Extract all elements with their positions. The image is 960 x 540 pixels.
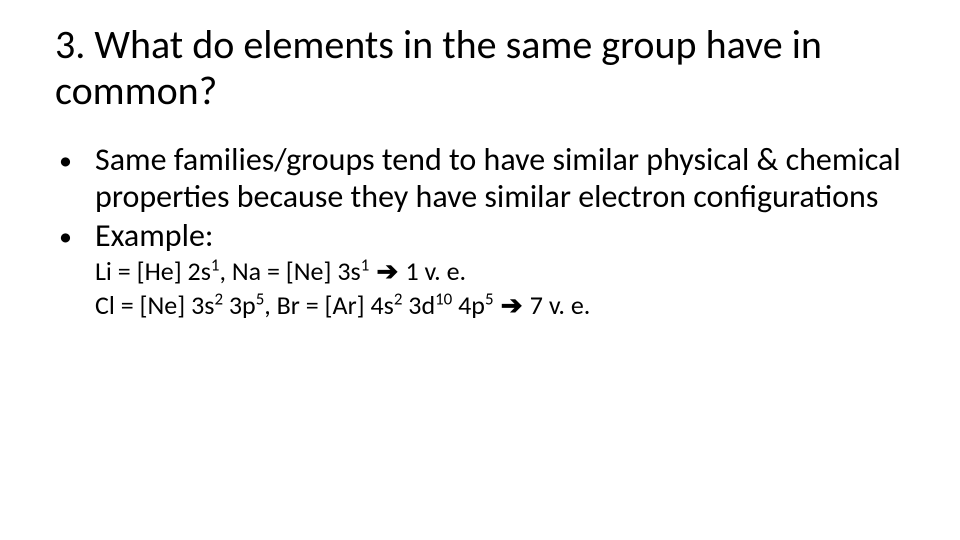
slide-body: •Same families/groups tend to have simil… [55, 142, 905, 321]
bullet-icon: • [77, 222, 95, 252]
text-run: , Br = [Ar] 4s [264, 289, 394, 321]
text-run: 3d [402, 289, 435, 321]
superscript: 5 [256, 288, 265, 309]
bullet-item: •Example: [77, 218, 905, 255]
text-run: 3p [223, 289, 256, 321]
text-run: Cl = [Ne] 3s [95, 289, 214, 321]
text-run: 7 v. e. [530, 289, 591, 321]
superscript: 2 [214, 288, 223, 309]
slide-title: 3. What do elements in the same group ha… [55, 22, 905, 114]
bullet-icon: • [77, 146, 95, 176]
bullet-item: •Same families/groups tend to have simil… [77, 142, 905, 216]
superscript: 10 [435, 288, 452, 309]
arrow-icon: ➔ [494, 290, 530, 320]
text-run: , Na = [Ne] 3s [219, 255, 360, 287]
superscript: 1 [361, 255, 370, 276]
superscript: 5 [485, 288, 494, 309]
example-line: Cl = [Ne] 3s2 3p5, Br = [Ar] 4s2 3d10 4p… [95, 290, 905, 321]
text-run: 4p [452, 289, 485, 321]
example-line: Li = [He] 2s1, Na = [Ne] 3s1 ➔ 1 v. e. [95, 256, 905, 287]
slide: 3. What do elements in the same group ha… [0, 0, 960, 540]
text-run: 1 v. e. [405, 255, 466, 287]
arrow-icon: ➔ [369, 256, 405, 286]
bullet-text: Example: [95, 216, 213, 255]
text-run: Li = [He] 2s [95, 255, 211, 287]
bullet-text: Same families/groups tend to have simila… [95, 140, 901, 216]
